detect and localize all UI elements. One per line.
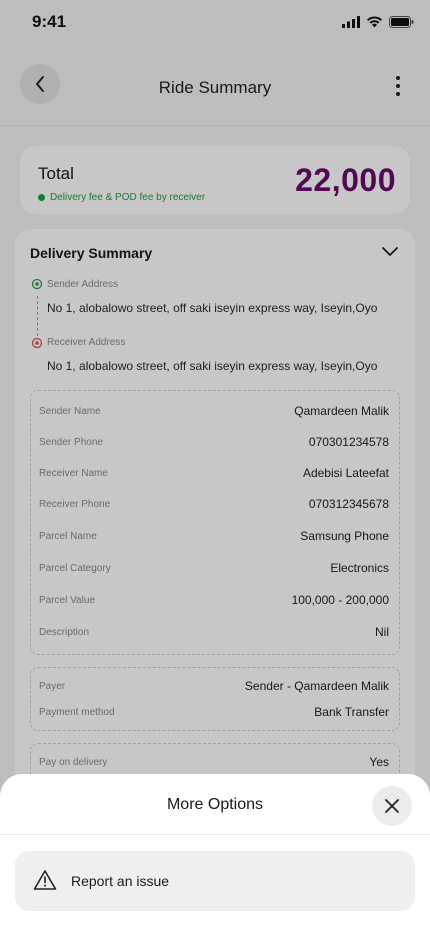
close-icon [385,799,399,813]
report-issue-label: Report an issue [71,873,170,889]
more-options-sheet: More Options Report an issue [0,774,430,932]
sheet-title: More Options [166,796,264,813]
report-issue-button[interactable]: Report an issue [15,851,415,911]
sheet-divider [0,834,430,835]
warning-icon [33,870,57,890]
close-button[interactable] [372,786,412,826]
